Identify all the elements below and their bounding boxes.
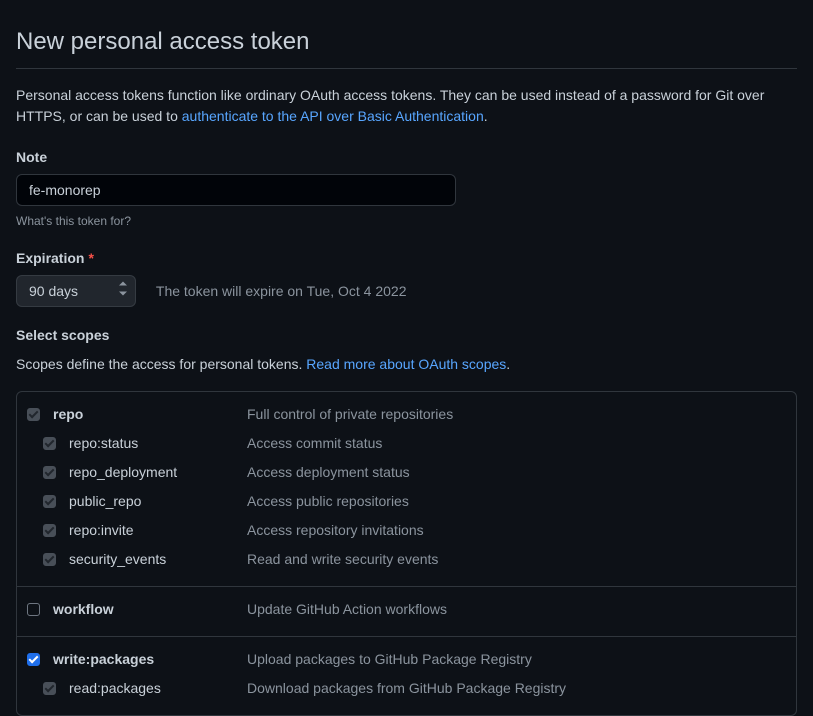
scopes-container: repoFull control of private repositories… <box>16 391 797 716</box>
expiration-select-wrapper: 90 days <box>16 275 136 307</box>
scope-description: Download packages from GitHub Package Re… <box>247 678 788 699</box>
scope-description: Upload packages to GitHub Package Regist… <box>247 649 788 670</box>
scope-checkbox-cell <box>41 553 69 566</box>
scope-row: repo_deploymentAccess deployment status <box>25 458 788 487</box>
description: Personal access tokens function like ord… <box>16 85 797 127</box>
page-title: New personal access token <box>16 24 797 60</box>
scope-checkbox-cell <box>41 437 69 450</box>
scope-name: repo:invite <box>69 520 247 541</box>
scope-description: Access commit status <box>247 433 788 454</box>
description-link[interactable]: authenticate to the API over Basic Authe… <box>182 108 484 124</box>
scope-checkbox-cell <box>41 495 69 508</box>
scope-row: repo:statusAccess commit status <box>25 429 788 458</box>
scope-checkbox-cell <box>41 682 69 695</box>
scope-checkbox <box>43 682 56 695</box>
scope-description: Access repository invitations <box>247 520 788 541</box>
scope-name: repo_deployment <box>69 462 247 483</box>
scope-row: workflowUpdate GitHub Action workflows <box>25 599 788 624</box>
scopes-heading: Select scopes <box>16 325 797 346</box>
scope-checkbox-cell <box>25 603 53 616</box>
scope-checkbox-cell <box>41 466 69 479</box>
scope-row: public_repoAccess public repositories <box>25 487 788 516</box>
scope-row: repoFull control of private repositories <box>25 404 788 429</box>
note-hint: What's this token for? <box>16 212 797 230</box>
expiration-section: Expiration* 90 days The token will expir… <box>16 248 797 307</box>
divider <box>16 68 797 69</box>
scopes-description-period: . <box>506 356 510 372</box>
scopes-section: Select scopes Scopes define the access f… <box>16 325 797 716</box>
required-asterisk: * <box>88 250 93 266</box>
scope-checkbox-cell <box>25 653 53 666</box>
scope-checkbox <box>43 524 56 537</box>
scope-name: security_events <box>69 549 247 570</box>
scope-checkbox[interactable] <box>27 603 40 616</box>
scope-row: repo:inviteAccess repository invitations <box>25 516 788 545</box>
scopes-description: Scopes define the access for personal to… <box>16 354 797 375</box>
scope-checkbox <box>43 437 56 450</box>
expiration-label: Expiration* <box>16 248 797 269</box>
expiration-label-text: Expiration <box>16 250 84 266</box>
scope-checkbox <box>43 466 56 479</box>
scope-name: repo <box>53 404 247 425</box>
scope-group: workflowUpdate GitHub Action workflows <box>17 587 796 637</box>
description-period: . <box>484 108 488 124</box>
scope-name: workflow <box>53 599 247 620</box>
scope-checkbox <box>27 408 40 421</box>
expiration-note: The token will expire on Tue, Oct 4 2022 <box>156 283 407 299</box>
scope-name: write:packages <box>53 649 247 670</box>
scope-row: write:packagesUpload packages to GitHub … <box>25 649 788 674</box>
scope-name: public_repo <box>69 491 247 512</box>
scope-group: repoFull control of private repositories… <box>17 392 796 587</box>
scope-name: read:packages <box>69 678 247 699</box>
scope-row: security_eventsRead and write security e… <box>25 545 788 574</box>
scope-checkbox[interactable] <box>27 653 40 666</box>
scope-group: write:packagesUpload packages to GitHub … <box>17 637 796 715</box>
scope-description: Read and write security events <box>247 549 788 570</box>
scope-description: Access deployment status <box>247 462 788 483</box>
scope-row: read:packagesDownload packages from GitH… <box>25 674 788 703</box>
note-label: Note <box>16 147 797 168</box>
scope-checkbox-cell <box>41 524 69 537</box>
scope-checkbox <box>43 553 56 566</box>
expiration-select[interactable]: 90 days <box>16 275 136 307</box>
scope-description: Access public repositories <box>247 491 788 512</box>
scopes-description-text: Scopes define the access for personal to… <box>16 356 306 372</box>
scope-checkbox-cell <box>25 408 53 421</box>
scope-description: Full control of private repositories <box>247 404 788 425</box>
scope-description: Update GitHub Action workflows <box>247 599 788 620</box>
scopes-description-link[interactable]: Read more about OAuth scopes <box>306 356 506 372</box>
note-section: Note What's this token for? <box>16 147 797 230</box>
note-input[interactable] <box>16 174 456 206</box>
scope-checkbox <box>43 495 56 508</box>
scope-name: repo:status <box>69 433 247 454</box>
